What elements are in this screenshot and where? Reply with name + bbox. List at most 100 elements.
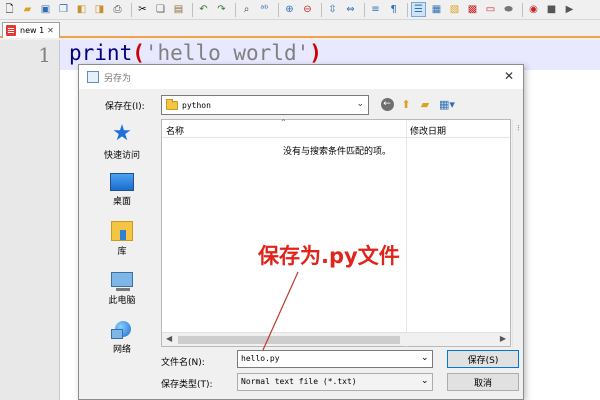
file-unsaved-icon (6, 25, 16, 36)
folder-icon (166, 98, 178, 110)
dialog-app-icon (87, 71, 99, 83)
redo-icon[interactable]: ↷ (214, 2, 229, 17)
scroll-right-icon[interactable]: ▶ (500, 334, 506, 343)
place-label: 库 (117, 247, 127, 257)
horizontal-scrollbar[interactable]: ◀ ▶ (162, 332, 510, 346)
toolbar-separator (278, 2, 279, 17)
toolbar-separator (321, 2, 322, 17)
back-icon[interactable]: ← (379, 96, 395, 112)
find-icon[interactable]: ⌕ (239, 2, 254, 17)
file-list-header: 名称 ⌃ 修改日期 ⁝ (162, 118, 520, 138)
place-label: 此电脑 (108, 296, 136, 306)
code-text: print('hello world') (69, 41, 322, 65)
tab-label: new 1 (20, 26, 45, 35)
column-header-name[interactable]: 名称 (166, 124, 184, 137)
playback-icon[interactable]: ■ (544, 2, 559, 17)
place-quick-access[interactable]: ★ 快速访问 (85, 123, 159, 162)
toolbar-separator (364, 2, 365, 17)
save-as-dialog: 另存为 ✕ 保存在(I): python ⌄ ← ⬆ ▰ ▦▾ ★ 快速访问 桌… (78, 64, 524, 400)
new-file-icon[interactable]: 🗋 (2, 2, 17, 17)
toolbar-separator (522, 2, 523, 17)
toolbar-separator (235, 2, 236, 17)
save-all-icon[interactable]: ❐ (56, 2, 71, 17)
place-library[interactable]: 库 (85, 221, 159, 257)
zoom-in-icon[interactable]: ⊕ (282, 2, 297, 17)
toolbar: 🗋 ▰ ▣ ❐ ◧ ◨ ⎙ ✂ ❏ ▤ ↶ ↷ ⌕ ᵃᵇ ⊕ ⊖ ⇳ ⇔ ≡ ¶… (0, 0, 600, 20)
toolbar-separator (192, 2, 193, 17)
tab-new-1[interactable]: new 1 ✕ (2, 22, 60, 38)
save-icon[interactable]: ▣ (38, 2, 53, 17)
filetype-label: 保存类型(T): (161, 380, 213, 390)
empty-message: 没有与搜索条件匹配的项。 (283, 147, 392, 157)
file-list[interactable]: 名称 ⌃ 修改日期 ⁝ 没有与搜索条件匹配的项。 ◀ ▶ (161, 118, 520, 348)
paste-icon[interactable]: ▤ (171, 2, 186, 17)
cut-icon[interactable]: ✂ (135, 2, 150, 17)
zoom-out-icon[interactable]: ⊖ (300, 2, 315, 17)
sort-up-icon: ⌃ (280, 118, 287, 127)
this-pc-icon (111, 272, 133, 291)
place-this-pc[interactable]: 此电脑 (85, 272, 159, 306)
scroll-left-icon[interactable]: ◀ (166, 334, 172, 343)
chevron-down-icon: ⌄ (356, 99, 364, 109)
save-button[interactable]: 保存(S) (447, 350, 519, 368)
tab-close-icon[interactable]: ✕ (47, 26, 54, 35)
nav-toolbar: ← ⬆ ▰ ▦▾ (379, 96, 461, 112)
place-desktop[interactable]: 桌面 (85, 173, 159, 207)
close-icon[interactable]: ◧ (74, 2, 89, 17)
sync-v-icon[interactable]: ⇳ (325, 2, 340, 17)
tab-bar: new 1 ✕ (0, 20, 600, 38)
places-bar: ★ 快速访问 桌面 库 此电脑 网络 (85, 119, 159, 356)
chevron-down-icon[interactable]: ⌄ (421, 376, 429, 386)
dialog-title-bar: 另存为 ✕ (79, 65, 523, 89)
wrap-icon[interactable]: ≡ (368, 2, 383, 17)
new-folder-icon[interactable]: ▰ (417, 96, 433, 112)
network-icon (111, 321, 133, 339)
place-label: 快速访问 (103, 151, 140, 161)
place-label: 桌面 (112, 197, 131, 207)
close-all-icon[interactable]: ◨ (92, 2, 107, 17)
chevron-down-icon[interactable]: ⌄ (421, 353, 429, 363)
library-icon (111, 221, 133, 241)
all-chars-icon[interactable]: ¶ (386, 2, 401, 17)
column-header-date[interactable]: 修改日期 (410, 124, 446, 137)
place-label: 网络 (112, 345, 131, 355)
scroll-thumb[interactable] (178, 336, 400, 344)
run-macro-icon[interactable]: ▶ (562, 2, 577, 17)
up-folder-icon[interactable]: ⬆ (398, 96, 414, 112)
toolbar-separator (131, 2, 132, 17)
function-list-icon[interactable]: ▧ (447, 2, 462, 17)
save-in-select[interactable]: python ⌄ (161, 95, 369, 115)
code-keyword: print (69, 41, 133, 65)
filename-label: 文件名(N): (161, 358, 205, 368)
view-menu-icon[interactable]: ▦▾ (436, 96, 458, 112)
dialog-title: 另存为 (104, 73, 132, 84)
column-divider[interactable] (512, 120, 513, 348)
doc-map-icon[interactable]: ▦ (429, 2, 444, 17)
annotation-text: 保存为.py文件 (258, 244, 400, 268)
open-file-icon[interactable]: ▰ (20, 2, 35, 17)
save-in-value: python (182, 100, 211, 110)
code-open-paren: ( (132, 41, 145, 65)
code-string: 'hello world' (144, 41, 310, 65)
filename-input[interactable]: hello.py (237, 350, 433, 368)
column-divider[interactable] (406, 120, 407, 348)
line-number-gutter: 1 (0, 40, 60, 400)
copy-icon[interactable]: ❏ (153, 2, 168, 17)
indent-guide-icon[interactable]: ☰ (411, 2, 426, 17)
print-icon[interactable]: ⎙ (110, 2, 125, 17)
undo-icon[interactable]: ↶ (196, 2, 211, 17)
folder-workspace-icon[interactable]: ▩ (465, 2, 480, 17)
toolbar-separator (407, 2, 408, 17)
filetype-select[interactable]: Normal text file (*.txt) (237, 373, 433, 391)
save-in-label: 保存在(I): (105, 102, 145, 112)
record-macro-icon[interactable]: ⬬ (501, 2, 516, 17)
monitor-icon[interactable]: ▭ (483, 2, 498, 17)
replace-icon[interactable]: ᵃᵇ (257, 2, 272, 17)
sync-h-icon[interactable]: ⇔ (343, 2, 358, 17)
dialog-close-button[interactable]: ✕ (501, 68, 517, 84)
more-columns-icon[interactable]: ⁝ (517, 124, 520, 134)
cancel-button[interactable]: 取消 (447, 373, 519, 391)
stop-record-icon[interactable]: ◉ (526, 2, 541, 17)
place-network[interactable]: 网络 (85, 321, 159, 355)
line-number: 1 (38, 43, 51, 67)
